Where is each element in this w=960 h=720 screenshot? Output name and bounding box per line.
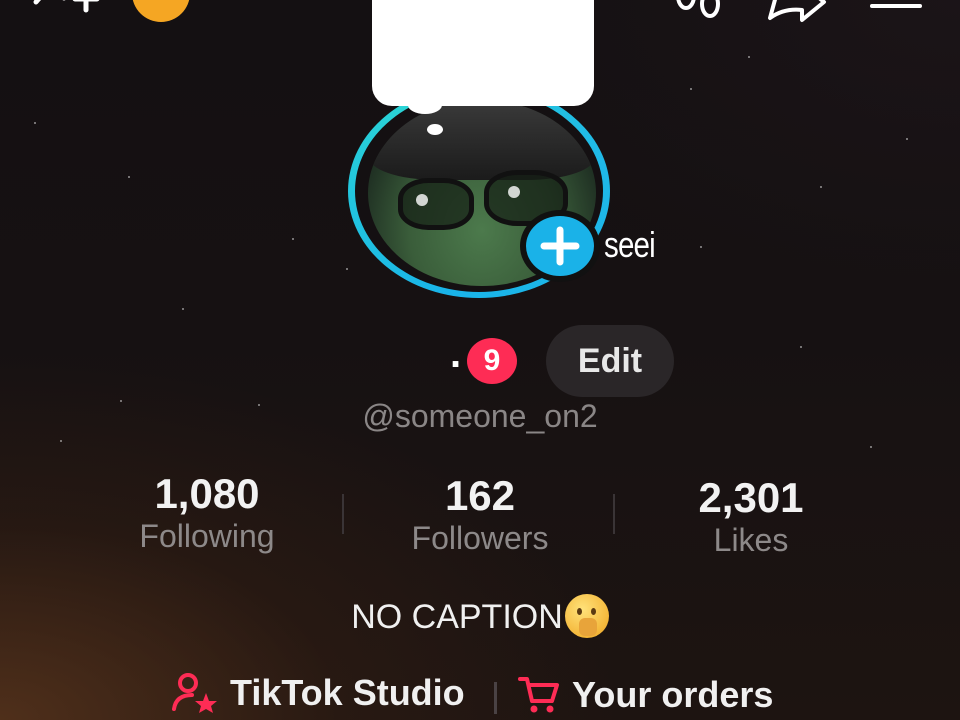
bio: NO CAPTION <box>300 594 660 638</box>
studio-person-star-icon <box>172 673 217 713</box>
plus-icon <box>540 226 580 266</box>
star <box>748 56 750 58</box>
star <box>34 122 36 124</box>
bubble-dot <box>427 124 443 135</box>
star <box>700 246 702 248</box>
star <box>800 346 802 348</box>
your-orders-label: Your orders <box>572 674 774 715</box>
star <box>258 404 260 406</box>
stat-divider <box>342 494 344 534</box>
tiktok-studio-link[interactable]: TikTok Studio <box>172 672 465 714</box>
bio-text: NO CAPTION <box>351 598 563 636</box>
shushing-face-emoji-icon <box>564 594 609 638</box>
your-orders-link[interactable]: Your orders <box>518 674 773 716</box>
stat-label: Likes <box>713 522 789 558</box>
star <box>292 238 294 240</box>
stat-following[interactable]: 1,080 Following <box>112 470 302 555</box>
stat-likes[interactable]: 2,301 Likes <box>656 474 846 559</box>
stat-value: 162 <box>444 472 516 519</box>
star <box>346 268 348 270</box>
star <box>120 400 122 402</box>
star <box>870 446 872 448</box>
redaction-bubble <box>372 0 594 106</box>
link-divider <box>494 682 497 714</box>
add-friend-icon[interactable] <box>30 0 100 26</box>
notification-badge[interactable]: 9 <box>467 338 517 384</box>
menu-icon[interactable] <box>870 4 926 18</box>
edit-profile-button[interactable]: Edit <box>546 325 674 397</box>
cart-icon <box>518 677 559 713</box>
avatar-caption: seei <box>604 224 656 265</box>
star <box>128 176 130 178</box>
stat-label: Followers <box>411 520 549 556</box>
bubble-tail <box>408 96 442 114</box>
username-handle: @someone_on2 <box>362 398 598 434</box>
share-icon[interactable] <box>766 0 828 24</box>
display-name: . <box>450 332 462 376</box>
tiktok-studio-label: TikTok Studio <box>230 672 465 713</box>
coin-icon[interactable] <box>132 0 190 22</box>
star <box>182 308 184 310</box>
stat-label: Following <box>139 518 275 554</box>
star <box>820 186 822 188</box>
stat-followers[interactable]: 162 Followers <box>385 472 575 557</box>
stat-value: 1,080 <box>154 470 260 517</box>
stat-value: 2,301 <box>698 474 804 521</box>
star <box>906 138 908 140</box>
stat-divider <box>613 494 615 534</box>
star <box>60 440 62 442</box>
star <box>690 88 692 90</box>
footprints-icon[interactable] <box>672 0 728 24</box>
add-story-button[interactable] <box>520 210 600 282</box>
